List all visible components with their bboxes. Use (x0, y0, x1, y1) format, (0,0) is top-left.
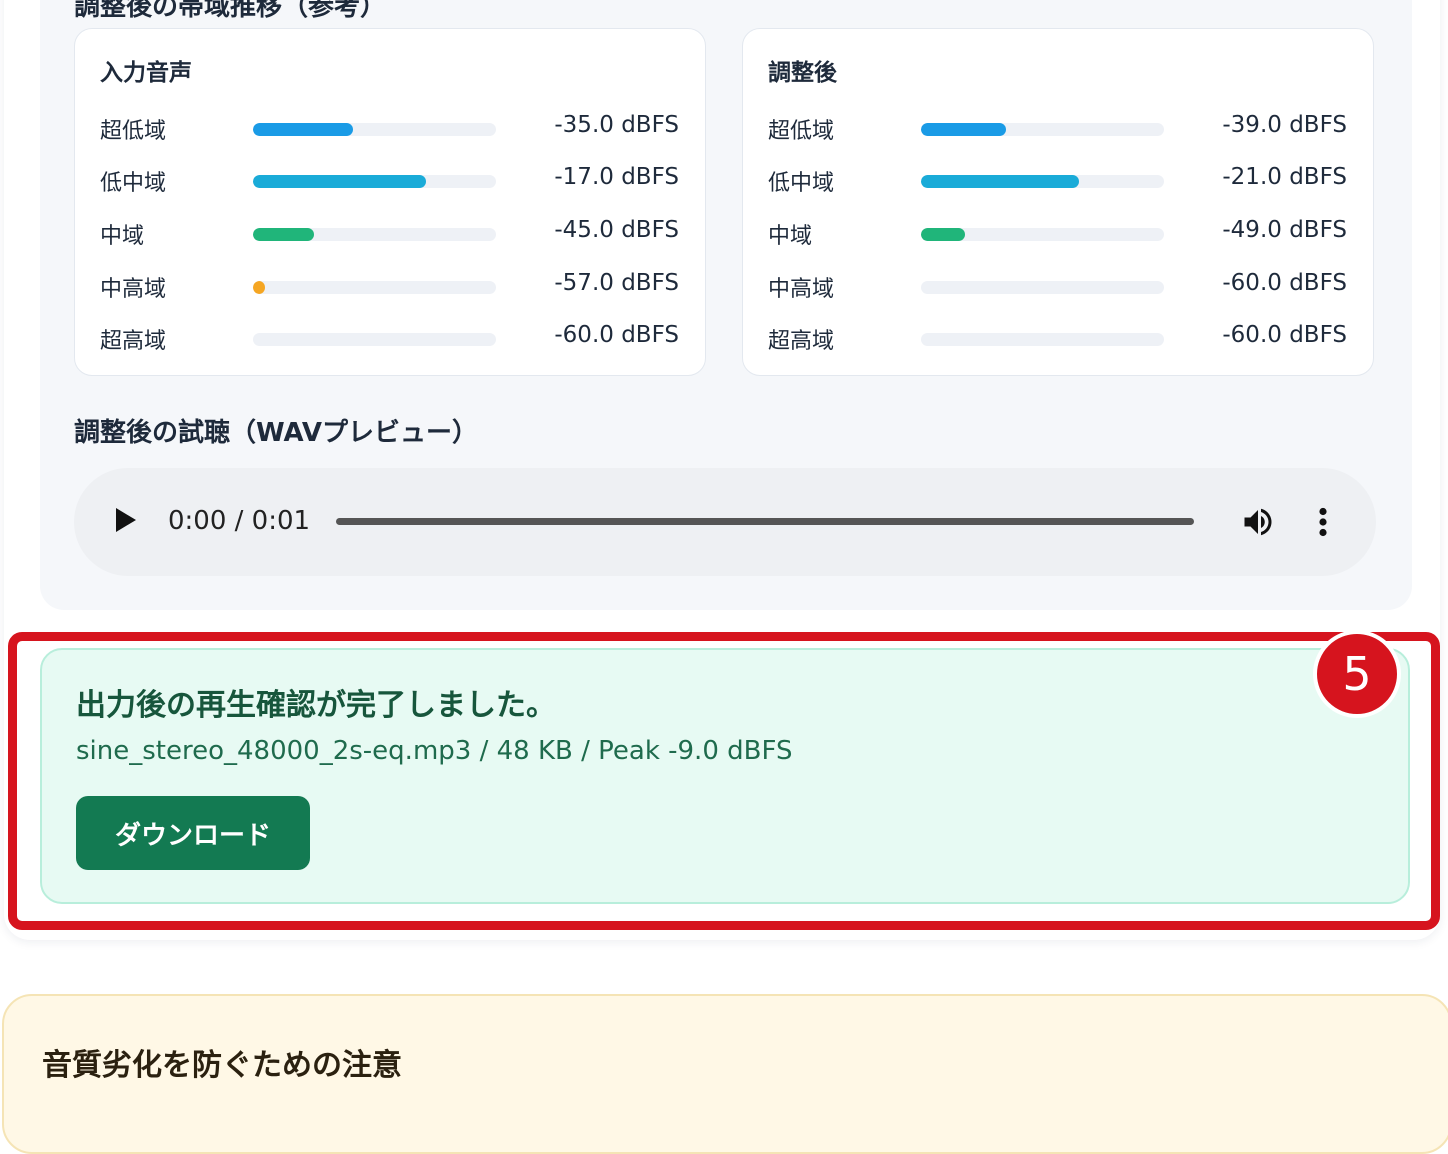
band-meter (921, 228, 1164, 241)
band-label: 中高域 (100, 277, 167, 302)
band-value: -49.0 dBFS (1222, 217, 1347, 243)
band-row: 中高域 -60.0 dBFS (743, 265, 1373, 305)
band-meter-fill (921, 228, 965, 241)
section-heading: 調整後の帯域推移（参考） (74, 0, 387, 22)
band-row: 超高域 -60.0 dBFS (743, 317, 1373, 357)
band-meter-fill (253, 123, 353, 136)
play-icon[interactable] (116, 508, 136, 532)
audio-player: 0:00 / 0:01 (74, 468, 1376, 576)
band-row: 中高域 -57.0 dBFS (75, 265, 705, 305)
band-meter (253, 123, 496, 136)
band-value: -17.0 dBFS (554, 164, 679, 190)
band-meter (253, 281, 496, 294)
band-row: 超低域 -39.0 dBFS (743, 107, 1373, 147)
band-meter-fill (253, 175, 426, 188)
band-row: 低中域 -17.0 dBFS (75, 159, 705, 199)
band-meter (921, 333, 1164, 346)
band-meter (253, 228, 496, 241)
step-badge: 5 (1313, 630, 1401, 718)
band-meter (253, 333, 496, 346)
band-label: 低中域 (100, 171, 167, 196)
band-label: 中高域 (768, 277, 835, 302)
warning-title: 音質劣化を防ぐための注意 (42, 1048, 402, 1083)
band-label: 低中域 (768, 171, 835, 196)
band-meter (921, 281, 1164, 294)
input-band-card: 入力音声 超低域 -35.0 dBFS 低中域 -17.0 dBFS 中域 -4… (74, 28, 706, 376)
band-value: -60.0 dBFS (1222, 322, 1347, 348)
band-meter-fill (921, 175, 1079, 188)
after-band-card: 調整後 超低域 -39.0 dBFS 低中域 -21.0 dBFS 中域 -49… (742, 28, 1374, 376)
band-value: -57.0 dBFS (554, 270, 679, 296)
band-value: -39.0 dBFS (1222, 112, 1347, 138)
band-label: 超高域 (100, 329, 167, 354)
playback-time: 0:00 / 0:01 (168, 506, 311, 536)
band-label: 超低域 (100, 119, 167, 144)
band-label: 中域 (768, 224, 813, 249)
band-value: -45.0 dBFS (554, 217, 679, 243)
band-row: 超低域 -35.0 dBFS (75, 107, 705, 147)
after-card-title: 調整後 (768, 60, 837, 86)
quality-warning-card: 音質劣化を防ぐための注意 (2, 994, 1448, 1154)
band-label: 中域 (100, 224, 145, 249)
band-value: -60.0 dBFS (1222, 270, 1347, 296)
band-value: -35.0 dBFS (554, 112, 679, 138)
input-card-title: 入力音声 (100, 60, 192, 86)
band-label: 超低域 (768, 119, 835, 144)
seek-bar[interactable] (336, 518, 1194, 525)
band-meter-fill (921, 123, 1007, 136)
band-value: -60.0 dBFS (554, 322, 679, 348)
band-value: -21.0 dBFS (1222, 164, 1347, 190)
band-meter (921, 175, 1164, 188)
volume-icon[interactable] (1240, 504, 1276, 540)
band-meter (253, 175, 496, 188)
band-meter-fill (253, 281, 265, 294)
band-label: 超高域 (768, 329, 835, 354)
band-row: 中域 -49.0 dBFS (743, 212, 1373, 252)
annotation-highlight (8, 632, 1440, 930)
more-options-icon[interactable] (1310, 504, 1336, 540)
band-row: 超高域 -60.0 dBFS (75, 317, 705, 357)
band-meter (921, 123, 1164, 136)
band-row: 中域 -45.0 dBFS (75, 212, 705, 252)
band-meter-fill (253, 228, 314, 241)
preview-title: 調整後の試聴（WAVプレビュー） (74, 418, 478, 448)
band-row: 低中域 -21.0 dBFS (743, 159, 1373, 199)
